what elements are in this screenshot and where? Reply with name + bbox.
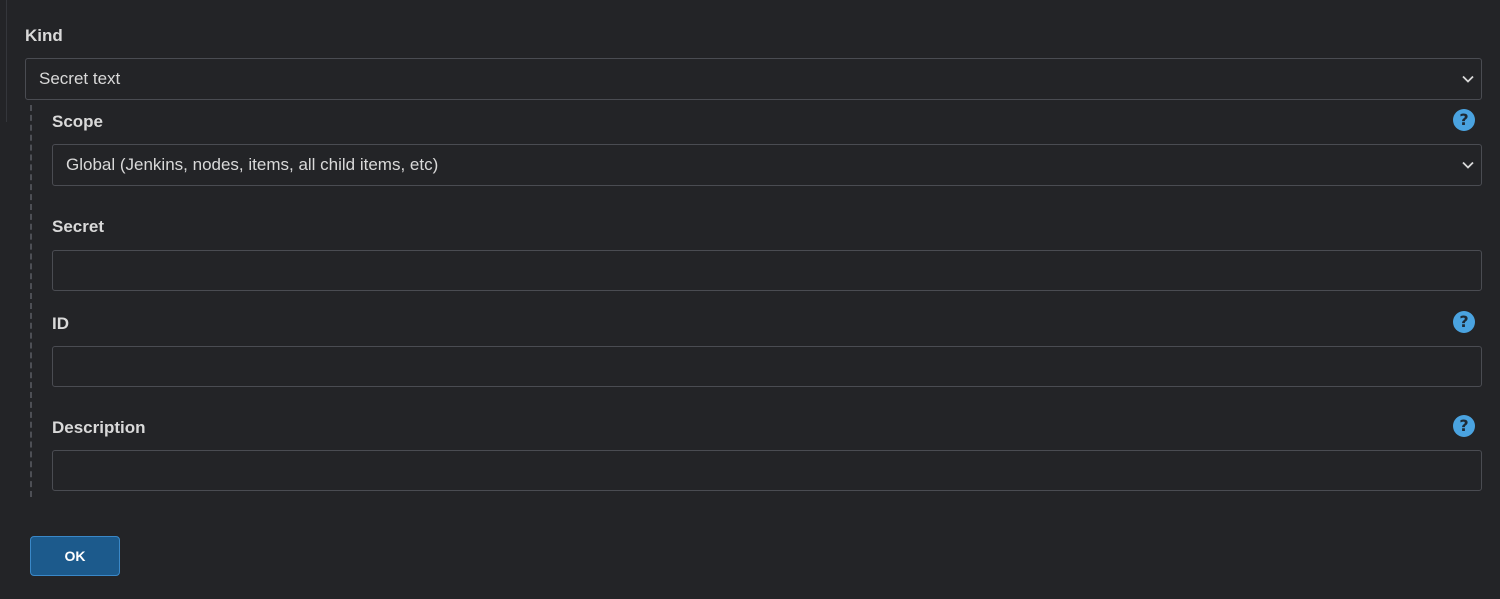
scope-selected-value: Global (Jenkins, nodes, items, all child… bbox=[66, 155, 439, 174]
description-field[interactable] bbox=[52, 450, 1482, 491]
scope-label: Scope bbox=[52, 112, 104, 131]
id-help-icon[interactable]: ? bbox=[1453, 311, 1475, 333]
credentials-form: Kind Secret text Scope ? Global (Jenkins… bbox=[0, 0, 1500, 599]
ok-button[interactable]: OK bbox=[30, 536, 120, 576]
description-help-icon[interactable]: ? bbox=[1453, 415, 1475, 437]
id-label: ID bbox=[52, 314, 69, 333]
panel-edge bbox=[0, 0, 7, 122]
chevron-down-icon bbox=[1462, 161, 1474, 169]
secret-field[interactable] bbox=[52, 250, 1482, 291]
kind-select[interactable]: Secret text bbox=[25, 58, 1482, 100]
scope-select[interactable]: Global (Jenkins, nodes, items, all child… bbox=[52, 144, 1482, 186]
id-field[interactable] bbox=[52, 346, 1482, 387]
chevron-down-icon bbox=[1462, 75, 1474, 83]
secret-label: Secret bbox=[52, 217, 104, 236]
kind-label: Kind bbox=[25, 26, 63, 45]
description-label: Description bbox=[52, 418, 146, 437]
scope-help-icon[interactable]: ? bbox=[1453, 109, 1475, 131]
kind-selected-value: Secret text bbox=[39, 69, 121, 88]
nested-section-divider bbox=[30, 105, 32, 497]
